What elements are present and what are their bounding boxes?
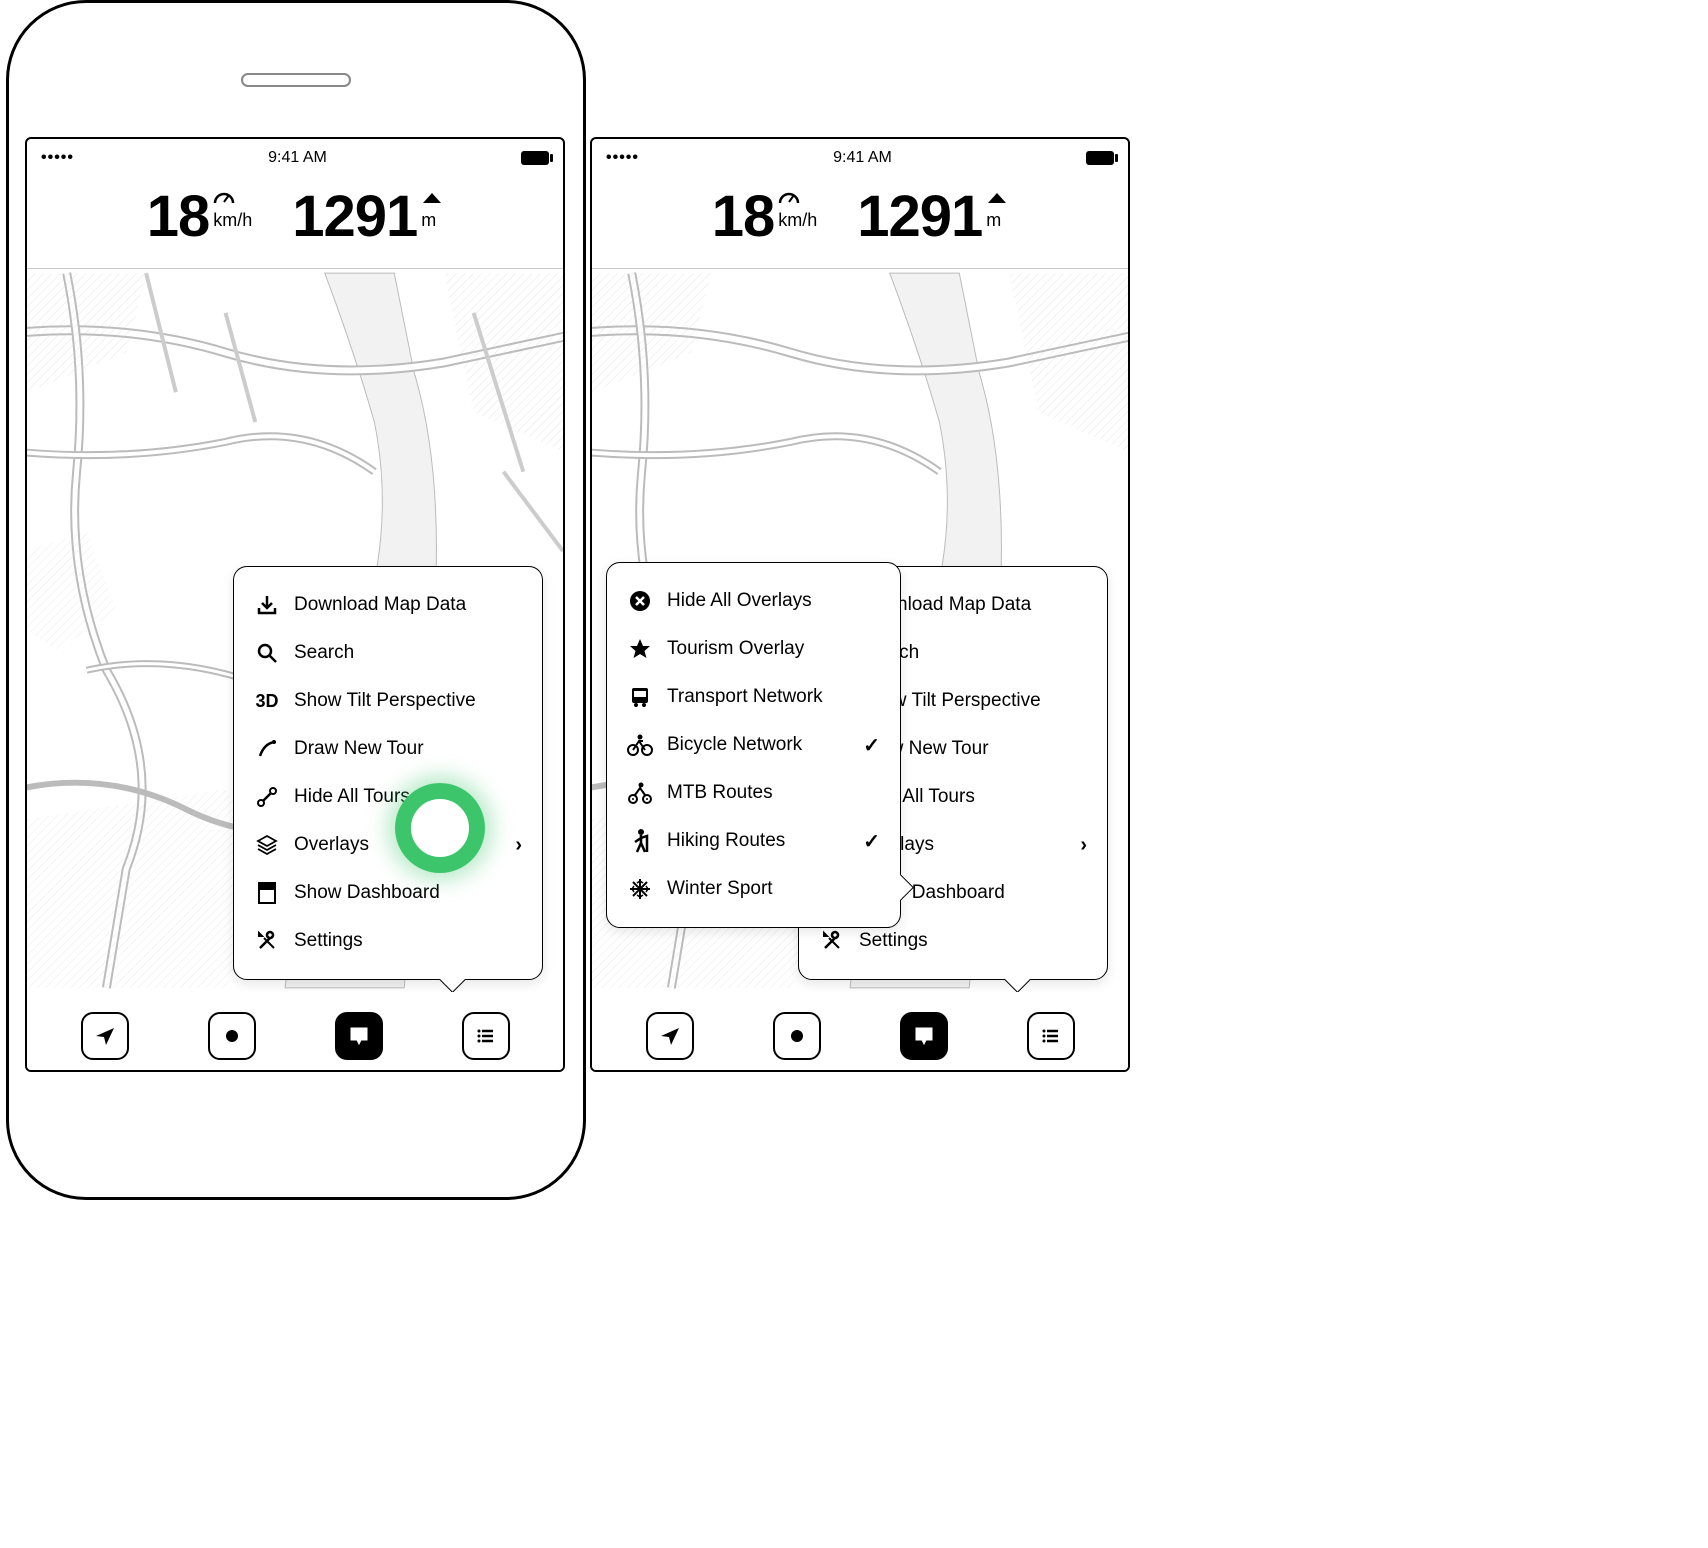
draw-icon [254,736,280,762]
map-canvas[interactable]: Download Map Data Search 3D Show Tilt Pe… [27,269,563,992]
menu-label: Winter Sport [667,878,880,900]
altitude-metric: 1291 m [292,183,443,250]
speed-metric: 18 km/h [712,183,818,250]
menu-label: Bicycle Network [667,734,849,756]
phone-speaker [241,73,351,87]
star-icon [627,636,653,662]
dashboard-icon [254,880,280,906]
screen-left: ••••• 9:41 AM 18 km/h 1291 m [25,137,565,1072]
download-icon [254,592,280,618]
bicycle-icon [627,732,653,758]
altitude-metric: 1291 m [857,183,1008,250]
battery-icon [1086,151,1114,165]
record-button[interactable] [773,1012,821,1060]
overlay-mtb[interactable]: MTB Routes [625,769,882,817]
overlay-hide-all[interactable]: Hide All Overlays [625,577,882,625]
menu-label: MTB Routes [667,782,880,804]
altitude-unit: m [421,210,436,231]
overlays-submenu: Hide All Overlays Tourism Overlay Transp… [606,562,901,928]
altitude-value: 1291 [292,183,417,250]
route-icon [254,784,280,810]
overlay-bicycle[interactable]: Bicycle Network ✓ [625,721,882,769]
menu-label: Hiking Routes [667,830,849,852]
menu-label: Download Map Data [294,594,522,616]
overlay-transport[interactable]: Transport Network [625,673,882,721]
search-icon [254,640,280,666]
bottom-toolbar [592,1000,1128,1070]
signal-dots-icon: ••••• [41,149,74,167]
overlay-hiking[interactable]: Hiking Routes ✓ [625,817,882,865]
speed-value: 18 [147,183,210,250]
menu-label: Tourism Overlay [667,638,880,660]
close-circle-icon [627,588,653,614]
menu-label: Transport Network [667,686,880,708]
speed-unit: km/h [778,210,817,231]
menu-label: Settings [859,930,1087,952]
menu-settings[interactable]: Settings [252,917,524,965]
snowflake-icon [627,876,653,902]
menu-button[interactable] [335,1012,383,1060]
menu-label: Search [294,642,522,664]
locate-button[interactable] [646,1012,694,1060]
screen-right: ••••• 9:41 AM 18 km/h 1291 m [590,137,1130,1072]
menu-button[interactable] [900,1012,948,1060]
signal-dots-icon: ••••• [606,149,639,167]
status-time: 9:41 AM [268,149,327,167]
status-bar: ••••• 9:41 AM [27,139,563,177]
bus-icon [627,684,653,710]
menu-label: Show Tilt Perspective [294,690,522,712]
altitude-value: 1291 [857,183,982,250]
locate-button[interactable] [81,1012,129,1060]
menu-label: Show Dashboard [294,882,522,904]
gauge-icon [213,191,235,210]
gauge-icon [778,191,800,210]
menu-label: Draw New Tour [294,738,522,760]
overlay-winter[interactable]: Winter Sport [625,865,882,913]
metrics-bar: 18 km/h 1291 m [592,177,1128,269]
speed-value: 18 [712,183,775,250]
battery-icon [521,151,549,165]
hiker-icon [627,828,653,854]
menu-label: Hide All Tours [294,786,522,808]
menu-overlays[interactable]: Overlays › [252,821,524,869]
tools-icon [254,928,280,954]
mountain-icon [986,191,1008,210]
menu-draw-tour[interactable]: Draw New Tour [252,725,524,773]
list-button[interactable] [462,1012,510,1060]
mtb-icon [627,780,653,806]
menu-show-dashboard[interactable]: Show Dashboard [252,869,524,917]
menu-label: Overlays [294,834,501,856]
menu-hide-tours[interactable]: Hide All Tours [252,773,524,821]
3d-icon: 3D [254,688,280,714]
chevron-right-icon: › [1080,834,1087,857]
bottom-toolbar [27,1000,563,1070]
chevron-right-icon: › [515,834,522,857]
main-popup-menu: Download Map Data Search 3D Show Tilt Pe… [233,566,543,980]
speed-metric: 18 km/h [147,183,253,250]
status-time: 9:41 AM [833,149,892,167]
tools-icon [819,928,845,954]
metrics-bar: 18 km/h 1291 m [27,177,563,269]
status-bar: ••••• 9:41 AM [592,139,1128,177]
altitude-unit: m [986,210,1001,231]
menu-label: Settings [294,930,522,952]
mountain-icon [421,191,443,210]
speed-unit: km/h [213,210,252,231]
check-icon: ✓ [863,829,880,854]
list-button[interactable] [1027,1012,1075,1060]
menu-tilt-perspective[interactable]: 3D Show Tilt Perspective [252,677,524,725]
overlay-tourism[interactable]: Tourism Overlay [625,625,882,673]
map-canvas[interactable]: Download Map Data Search 3D Show Tilt Pe… [592,269,1128,992]
menu-download-map-data[interactable]: Download Map Data [252,581,524,629]
layers-icon [254,832,280,858]
record-button[interactable] [208,1012,256,1060]
menu-search[interactable]: Search [252,629,524,677]
check-icon: ✓ [863,733,880,758]
menu-label: Hide All Overlays [667,590,880,612]
